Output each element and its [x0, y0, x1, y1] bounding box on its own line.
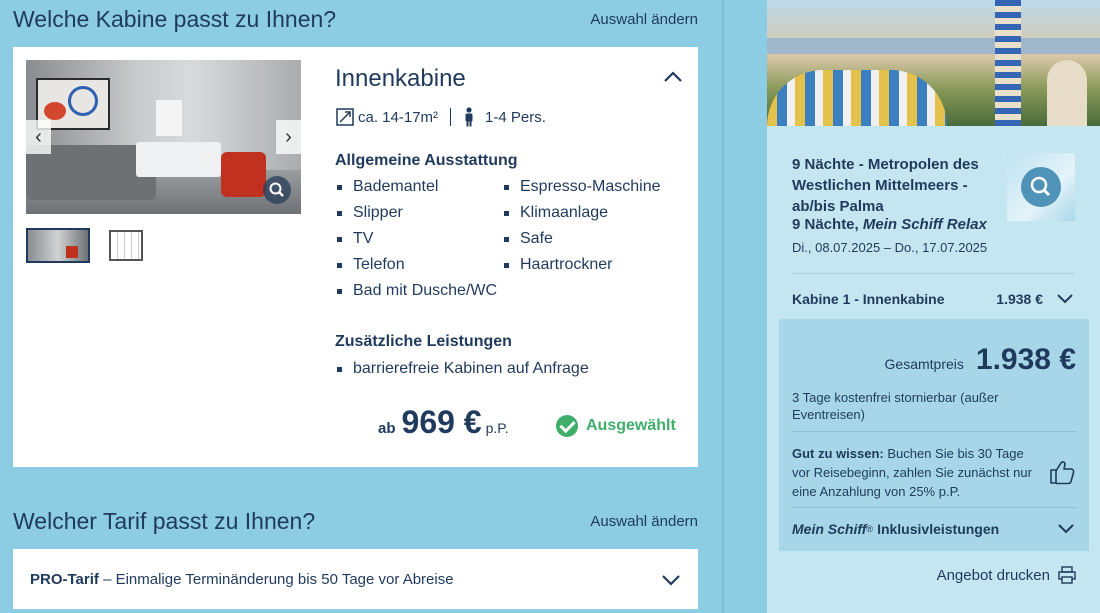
cabin-name: Innenkabine: [335, 65, 466, 92]
inclusive-services-row[interactable]: Mein Schiff ® Inklusivleistungen: [792, 519, 1076, 539]
cabin-persons: 1-4 Pers.: [485, 108, 546, 126]
check-circle-icon: [556, 415, 578, 437]
tarif-change-link[interactable]: Auswahl ändern: [590, 513, 698, 530]
incl-brand: Mein Schiff: [792, 521, 867, 537]
trip-subtitle: 9 Nächte, Mein Schiff Relax: [792, 216, 987, 233]
print-offer-button[interactable]: Angebot drucken: [937, 566, 1076, 584]
selected-state[interactable]: Ausgewählt: [556, 415, 676, 437]
good-to-know: Gut zu wissen: Buchen Sie bis 30 Tage vo…: [792, 444, 1042, 501]
feature-item: TV: [335, 229, 502, 249]
booking-main: Welche Kabine passt zu Ihnen? Auswahl än…: [0, 0, 722, 613]
divider: [792, 507, 1076, 508]
ship-name: Mein Schiff Relax: [862, 216, 987, 233]
total-label: Gesamtpreis: [884, 356, 964, 372]
cabin-section-title: Welche Kabine passt zu Ihnen?: [13, 6, 337, 32]
extras-heading: Zusätzliche Leistungen: [335, 333, 512, 350]
tarif-desc: – Einmalige Terminänderung bis 50 Tage v…: [98, 571, 454, 588]
total-price: 1.938 €: [975, 343, 1076, 376]
price-value: 969 €: [401, 404, 482, 440]
price-prefix: ab: [378, 420, 396, 437]
features-heading: Allgemeine Ausstattung: [335, 152, 518, 169]
divider: [792, 273, 1075, 274]
magnifier-icon: [1030, 176, 1051, 197]
feature-item: Safe: [502, 229, 669, 249]
feature-item: Telefon: [335, 255, 502, 275]
gallery-thumb-floorplan[interactable]: [107, 228, 145, 263]
chevron-down-icon[interactable]: [1056, 519, 1076, 539]
cabin-card: ‹ › Innenkabine ca. 14-17m² 1-4 Pers. Al…: [13, 47, 698, 467]
info-bold: Gut zu wissen:: [792, 446, 884, 461]
selected-label: Ausgewählt: [586, 417, 676, 434]
thumbs-up-icon: [1050, 461, 1075, 485]
features-list: Bademantel Espresso-Maschine Slipper Kli…: [335, 177, 675, 301]
map-zoom-button[interactable]: [1021, 167, 1061, 207]
destination-image: [767, 0, 1100, 126]
trip-dates: Di., 08.07.2025 – Do., 17.07.2025: [792, 240, 988, 255]
tarif-name: PRO-Tarif: [30, 571, 99, 588]
incl-reg: ®: [866, 524, 874, 534]
feature-item: Bademantel: [335, 177, 502, 197]
chevron-down-icon[interactable]: [660, 569, 682, 591]
price-suffix: p.P.: [485, 420, 509, 436]
tarif-text: PRO-Tarif – Einmalige Terminänderung bis…: [30, 571, 454, 588]
feature-item: Slipper: [335, 203, 502, 223]
cabin-summary-row[interactable]: Kabine 1 - Innenkabine 1.938 €: [792, 289, 1075, 309]
extra-item: barrierefreie Kabinen auf Anfrage: [335, 359, 589, 379]
cabin-meta: ca. 14-17m² 1-4 Pers.: [336, 107, 546, 127]
trip-summary: 9 Nächte - Metropolen des Westlichen Mit…: [767, 126, 1100, 613]
feature-item: Klimaanlage: [502, 203, 669, 223]
cabin-photo[interactable]: ‹ ›: [26, 60, 301, 214]
cabin-change-link[interactable]: Auswahl ändern: [590, 11, 698, 28]
person-icon: [465, 107, 473, 127]
feature-item: Espresso-Maschine: [502, 177, 669, 197]
gallery-thumb-photo[interactable]: [26, 228, 90, 263]
gallery-next-button[interactable]: ›: [276, 120, 301, 154]
trip-nights: 9 Nächte,: [792, 216, 863, 233]
cabin-summary-price: 1.938 €: [996, 291, 1043, 307]
tarif-card[interactable]: PRO-Tarif – Einmalige Terminänderung bis…: [13, 549, 698, 609]
total-row: Gesamtpreis 1.938 €: [885, 343, 1076, 377]
feature-item: Bad mit Dusche/WC: [335, 281, 502, 301]
print-label: Angebot drucken: [936, 566, 1050, 584]
chevron-up-icon[interactable]: [661, 65, 685, 89]
extras-list: barrierefreie Kabinen auf Anfrage: [335, 359, 589, 379]
magnifier-icon: [269, 182, 284, 197]
cabin-summary-label: Kabine 1 - Innenkabine: [792, 291, 945, 307]
incl-label: Inklusivleistungen: [877, 521, 1000, 537]
photo-zoom-button[interactable]: [263, 176, 291, 204]
divider: [792, 431, 1076, 432]
resize-icon: [336, 108, 354, 126]
route-map[interactable]: [1007, 153, 1075, 221]
cabin-size: ca. 14-17m²: [358, 108, 439, 126]
trip-title: 9 Nächte - Metropolen des Westlichen Mit…: [792, 156, 979, 215]
gallery-prev-button[interactable]: ‹: [26, 120, 51, 154]
chevron-down-icon[interactable]: [1055, 289, 1075, 309]
cabin-price: ab 969 € p.P.: [378, 404, 509, 441]
summary-column: 9 Nächte - Metropolen des Westlichen Mit…: [724, 0, 1100, 613]
cancellation-note: 3 Tage kostenfrei stornierbar (außer Eve…: [792, 390, 999, 422]
feature-item: Haartrockner: [502, 255, 669, 275]
tarif-section-title: Welcher Tarif passt zu Ihnen?: [13, 508, 316, 534]
printer-icon: [1058, 566, 1076, 584]
total-box: Gesamtpreis 1.938 € 3 Tage kostenfrei st…: [779, 319, 1089, 551]
